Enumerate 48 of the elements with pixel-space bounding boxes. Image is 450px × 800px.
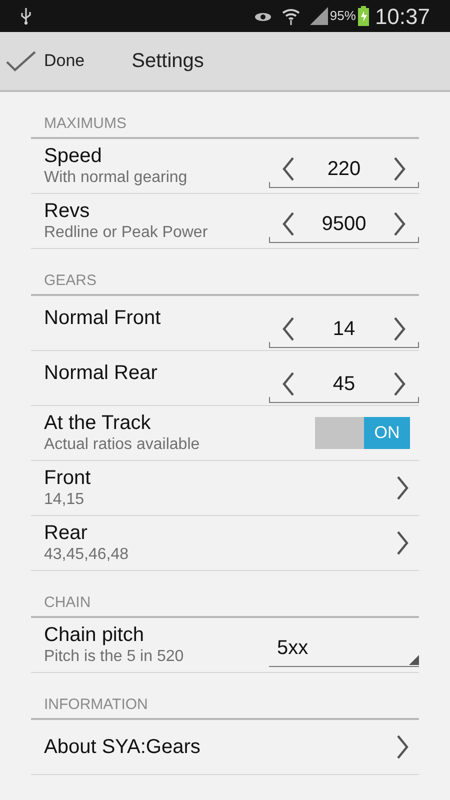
left-chevron-icon[interactable] [282,372,295,396]
stepper-value: 220 [327,156,361,182]
signal-icon [310,7,328,25]
screen-title: Settings [132,49,204,74]
stepper-value: 14 [332,316,356,342]
setting-description: Pitch is the 5 in 520 [44,647,185,667]
setting-title: Rear [44,521,88,545]
setting-title: Normal Front [44,306,162,330]
right-chevron-icon [396,476,409,500]
section-header: CHAIN [44,594,91,611]
setting-description: Actual ratios available [44,435,201,455]
stepper-value: 9500 [322,212,366,236]
setting-title: Front [44,466,92,490]
wifi-icon [282,7,300,25]
setting-description: Redline or Peak Power [44,223,209,243]
battery-icon [358,6,369,26]
clock: 10:37 [374,2,430,30]
setting-title: About SYA:Gears [44,735,202,759]
left-chevron-icon[interactable] [282,316,295,340]
setting-title: Chain pitch [44,623,146,647]
battery-percentage: 95% [330,7,356,26]
usb-icon [20,7,32,25]
setting-title: Speed [44,144,103,168]
switch-label: ON [364,417,410,449]
setting-description: With normal gearing [44,168,188,188]
section-header: GEARS [44,272,97,289]
eye-icon [254,10,272,22]
setting-description: 14,15 [44,490,86,510]
dropdown[interactable]: 5xx [269,629,419,667]
section-header: MAXIMUMS [44,115,126,132]
dropdown-corner-icon [409,655,419,665]
right-chevron-icon [396,531,409,555]
section-header: INFORMATION [44,696,148,713]
left-chevron-icon[interactable] [282,212,295,236]
right-chevron-icon [396,735,409,759]
dropdown-value: 5xx [277,636,308,660]
right-chevron-icon[interactable] [393,212,406,236]
setting-description: 43,45,46,48 [44,545,130,565]
stepper-value: 45 [332,372,356,396]
right-chevron-icon[interactable] [393,316,406,340]
setting-title: At the Track [44,411,152,435]
done-button[interactable]: Done [0,32,95,90]
checkmark-icon [6,50,36,72]
setting-title: Normal Rear [44,361,158,385]
right-chevron-icon[interactable] [393,372,406,396]
right-chevron-icon[interactable] [393,156,406,180]
setting-title: Revs [44,199,91,223]
left-chevron-icon[interactable] [282,156,295,180]
